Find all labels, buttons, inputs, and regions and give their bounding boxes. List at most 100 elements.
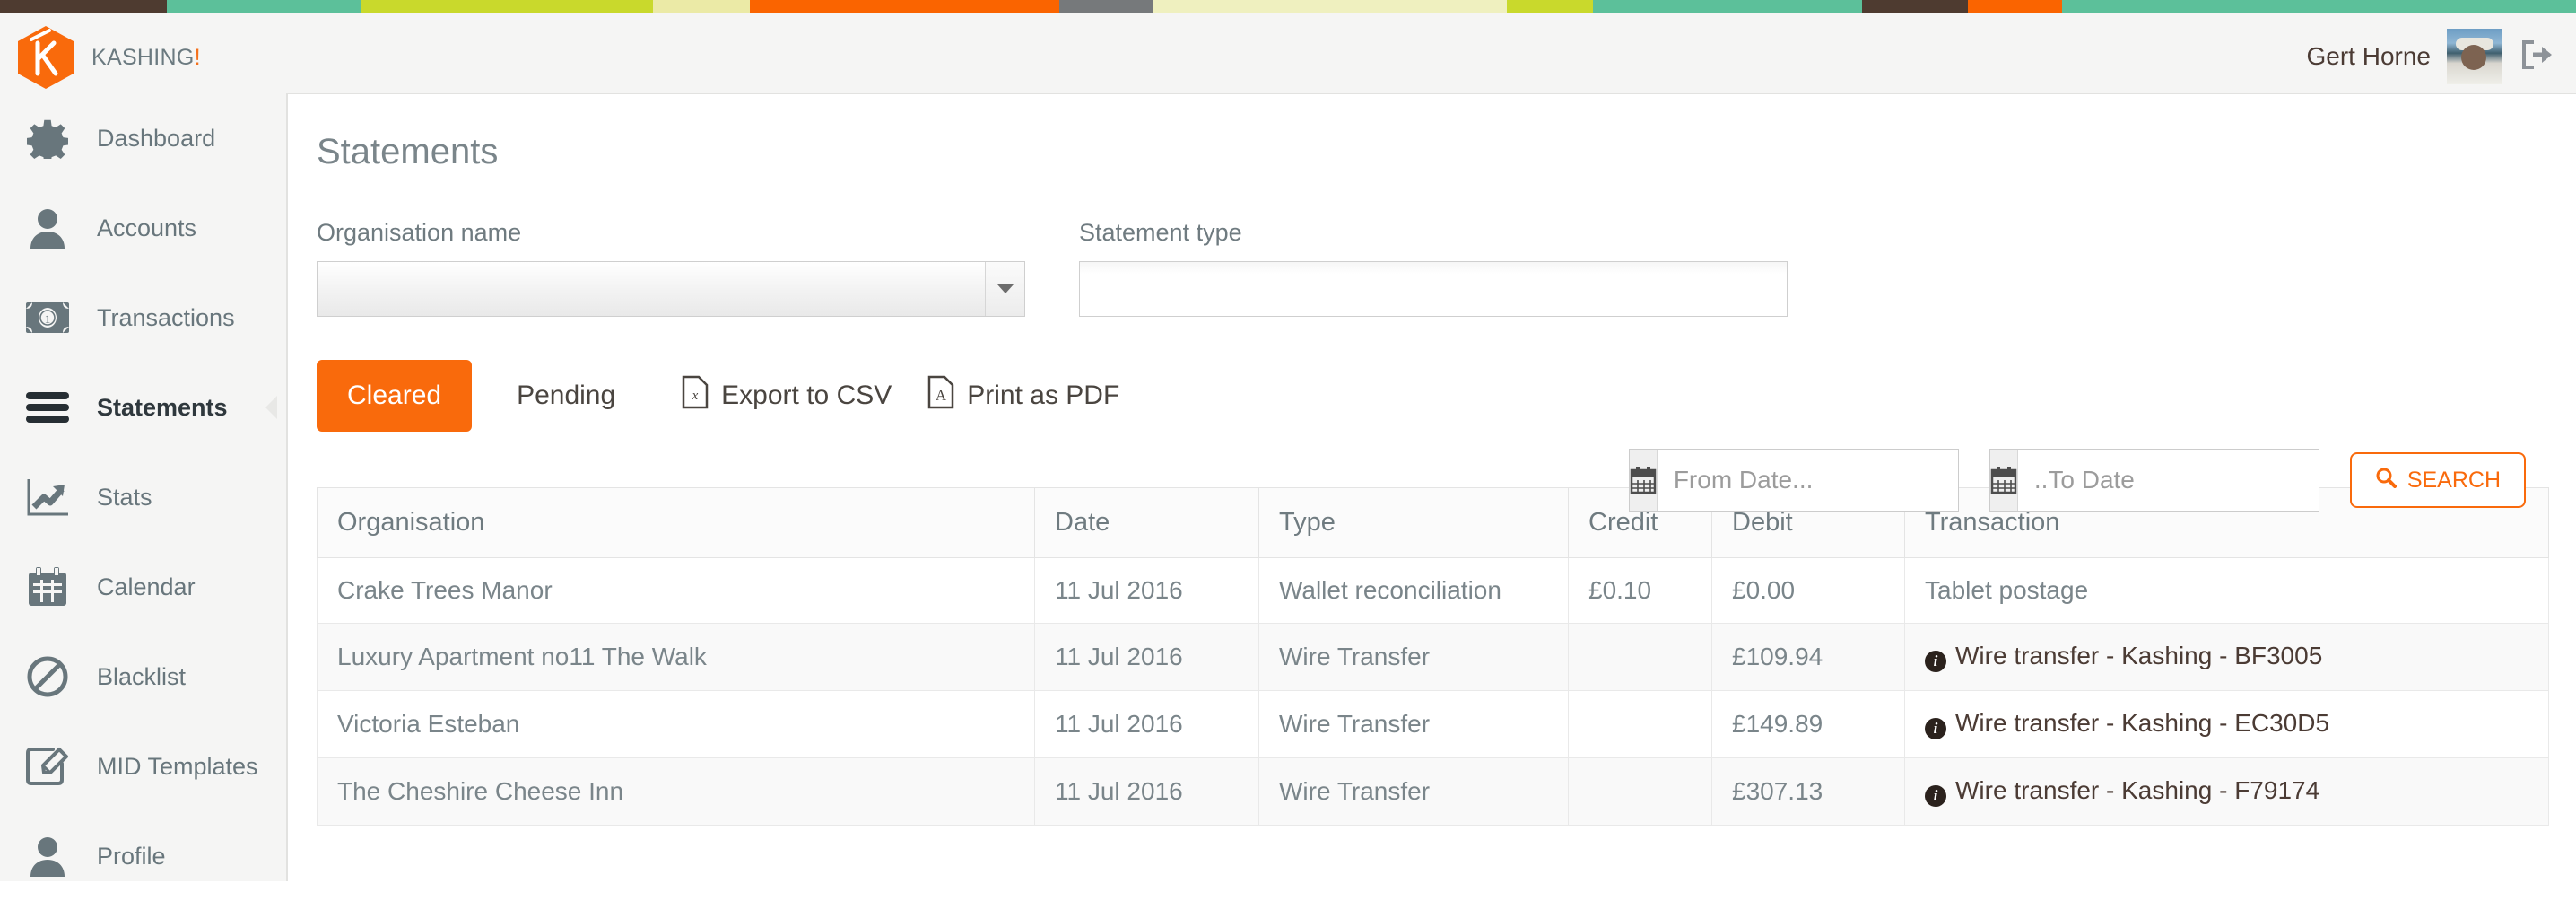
table-row[interactable]: Crake Trees Manor 11 Jul 2016 Wallet recon… bbox=[317, 557, 2549, 624]
sidebar-item-label: Blacklist bbox=[97, 662, 187, 690]
kashing-hexagon-logo bbox=[16, 25, 75, 90]
logout-icon[interactable] bbox=[2519, 39, 2554, 75]
color-strip-segment-11 bbox=[2062, 0, 2576, 13]
table-row[interactable]: The Cheshire Cheese Inn 11 Jul 2016 Wire T… bbox=[317, 757, 2549, 826]
edit-square-icon bbox=[23, 746, 72, 787]
cell-type: Wire Transfer bbox=[1258, 690, 1569, 758]
chevron-down-icon[interactable] bbox=[985, 262, 1024, 316]
sidebar-item-calendar[interactable]: Calendar bbox=[0, 542, 286, 632]
column-header-date[interactable]: Date bbox=[1034, 487, 1259, 558]
cell-transaction: Tablet postage bbox=[1904, 557, 2549, 624]
date-filter-row: SEARCH bbox=[1628, 449, 2526, 512]
cell-credit bbox=[1568, 690, 1712, 758]
color-strip-segment-6 bbox=[1153, 0, 1507, 13]
banknote-icon: 1 bbox=[23, 302, 72, 334]
statement-type-field-group: Statement type bbox=[1079, 219, 1788, 317]
sidebar-item-stats[interactable]: Stats bbox=[0, 452, 286, 542]
table-body: Crake Trees Manor 11 Jul 2016 Wallet recon… bbox=[317, 557, 2549, 826]
page-title: Statements bbox=[317, 132, 499, 171]
table-row[interactable]: Luxury Apartment no11 The Walk 11 Jul 201… bbox=[317, 623, 2549, 691]
sidebar-item-blacklist[interactable]: Blacklist bbox=[0, 632, 286, 722]
info-icon[interactable]: i bbox=[1925, 651, 1946, 672]
filter-row: Organisation name Statement type bbox=[317, 219, 2576, 317]
list-lines-icon bbox=[23, 390, 72, 424]
sidebar-item-label: Dashboard bbox=[97, 124, 216, 152]
tab-cleared[interactable]: Cleared bbox=[317, 360, 473, 432]
transaction-text: Tablet postage bbox=[1925, 576, 2089, 604]
brand-name: KASHING! bbox=[91, 45, 201, 71]
sidebar-item-dashboard[interactable]: Dashboard bbox=[0, 93, 286, 183]
export-csv-label: Export to CSV bbox=[721, 381, 892, 410]
sidebar-item-label: Profile bbox=[97, 842, 166, 870]
calendar-icon bbox=[23, 566, 72, 608]
sidebar-item-label: Stats bbox=[97, 483, 152, 511]
cell-type: Wire Transfer bbox=[1258, 623, 1569, 691]
table-row[interactable]: Victoria Esteban 11 Jul 2016 Wire Transfer… bbox=[317, 690, 2549, 758]
user-name: Gert Horne bbox=[2306, 42, 2432, 70]
cell-organisation: The Cheshire Cheese Inn bbox=[317, 757, 1035, 826]
color-strip-segment-5 bbox=[1059, 0, 1153, 13]
sidebar-item-label: Transactions bbox=[97, 303, 235, 331]
info-icon[interactable]: i bbox=[1925, 718, 1946, 739]
cell-transaction: i Wire transfer - Kashing - EC30D5 bbox=[1904, 690, 2549, 758]
sidebar-item-profile[interactable]: Profile bbox=[0, 811, 286, 901]
actions-row: Cleared Pending x Export to CSV A Print … bbox=[317, 360, 2576, 432]
sidebar-item-label: Calendar bbox=[97, 573, 196, 600]
file-pdf-icon: A bbox=[927, 375, 954, 416]
info-icon[interactable]: i bbox=[1925, 785, 1946, 807]
app-header: KASHING! Gert Horne bbox=[0, 13, 2576, 93]
main-content: Statements Organisation name Statement t… bbox=[287, 93, 2576, 881]
tab-pending[interactable]: Pending bbox=[486, 360, 646, 432]
caret-left-icon[interactable] bbox=[265, 396, 277, 419]
sidebar-nav: Dashboard Accounts 1 Transactions Statements… bbox=[0, 93, 287, 881]
cell-date: 11 Jul 2016 bbox=[1034, 757, 1259, 826]
brand-name-text: KASHING bbox=[91, 44, 195, 70]
profile-icon bbox=[23, 835, 72, 877]
print-pdf-label: Print as PDF bbox=[967, 381, 1120, 410]
calendar-icon[interactable] bbox=[1629, 450, 1658, 511]
color-strip-segment-9 bbox=[1862, 0, 1968, 13]
statement-type-label: Statement type bbox=[1079, 219, 1242, 246]
print-pdf-button[interactable]: A Print as PDF bbox=[927, 375, 1119, 416]
search-button[interactable]: SEARCH bbox=[2349, 452, 2526, 508]
search-label: SEARCH bbox=[2406, 467, 2501, 493]
from-date-input[interactable] bbox=[1657, 450, 1997, 511]
column-header-type[interactable]: Type bbox=[1258, 487, 1569, 558]
organisation-select-value bbox=[318, 262, 985, 316]
top-color-strip bbox=[0, 0, 2576, 13]
statements-table: Organisation Date Type Credit Debit Transacti… bbox=[317, 487, 2549, 826]
color-strip-segment-2 bbox=[361, 0, 653, 13]
cell-transaction: i Wire transfer - Kashing - F79174 bbox=[1904, 757, 2549, 826]
sidebar-item-statements[interactable]: Statements bbox=[0, 363, 286, 452]
column-header-organisation[interactable]: Organisation bbox=[317, 487, 1035, 558]
sidebar-item-mid-templates[interactable]: MID Templates bbox=[0, 722, 286, 811]
organisation-label: Organisation name bbox=[317, 219, 522, 246]
from-date-field[interactable] bbox=[1628, 449, 1997, 512]
transaction-text: Wire transfer - Kashing - F79174 bbox=[1955, 776, 2320, 804]
export-csv-button[interactable]: x Export to CSV bbox=[682, 375, 892, 416]
cell-debit: £307.13 bbox=[1711, 757, 1905, 826]
file-csv-icon: x bbox=[682, 375, 709, 416]
user-icon bbox=[23, 207, 72, 249]
calendar-icon[interactable] bbox=[1989, 450, 2018, 511]
sidebar-item-transactions[interactable]: 1 Transactions bbox=[0, 273, 286, 363]
color-strip-segment-1 bbox=[167, 0, 361, 13]
svg-text:1: 1 bbox=[45, 312, 51, 326]
cell-date: 11 Jul 2016 bbox=[1034, 557, 1259, 624]
statements-table-wrap: Organisation Date Type Credit Debit Transacti… bbox=[317, 487, 2549, 826]
organisation-select[interactable] bbox=[317, 261, 1025, 317]
sidebar-item-accounts[interactable]: Accounts bbox=[0, 183, 286, 273]
cell-date: 11 Jul 2016 bbox=[1034, 623, 1259, 691]
cell-type: Wallet reconciliation bbox=[1258, 557, 1569, 624]
chart-line-icon bbox=[23, 477, 72, 517]
sidebar-item-label: Accounts bbox=[97, 214, 197, 241]
to-date-field[interactable] bbox=[1989, 449, 2358, 512]
transaction-text: Wire transfer - Kashing - BF3005 bbox=[1955, 642, 2323, 669]
color-strip-segment-10 bbox=[1968, 0, 2062, 13]
avatar[interactable] bbox=[2447, 29, 2502, 84]
user-menu[interactable]: Gert Horne bbox=[2307, 29, 2555, 84]
statement-type-input[interactable] bbox=[1079, 261, 1788, 317]
cell-organisation: Luxury Apartment no11 The Walk bbox=[317, 623, 1035, 691]
color-strip-segment-7 bbox=[1507, 0, 1593, 13]
to-date-input[interactable] bbox=[2017, 450, 2358, 511]
